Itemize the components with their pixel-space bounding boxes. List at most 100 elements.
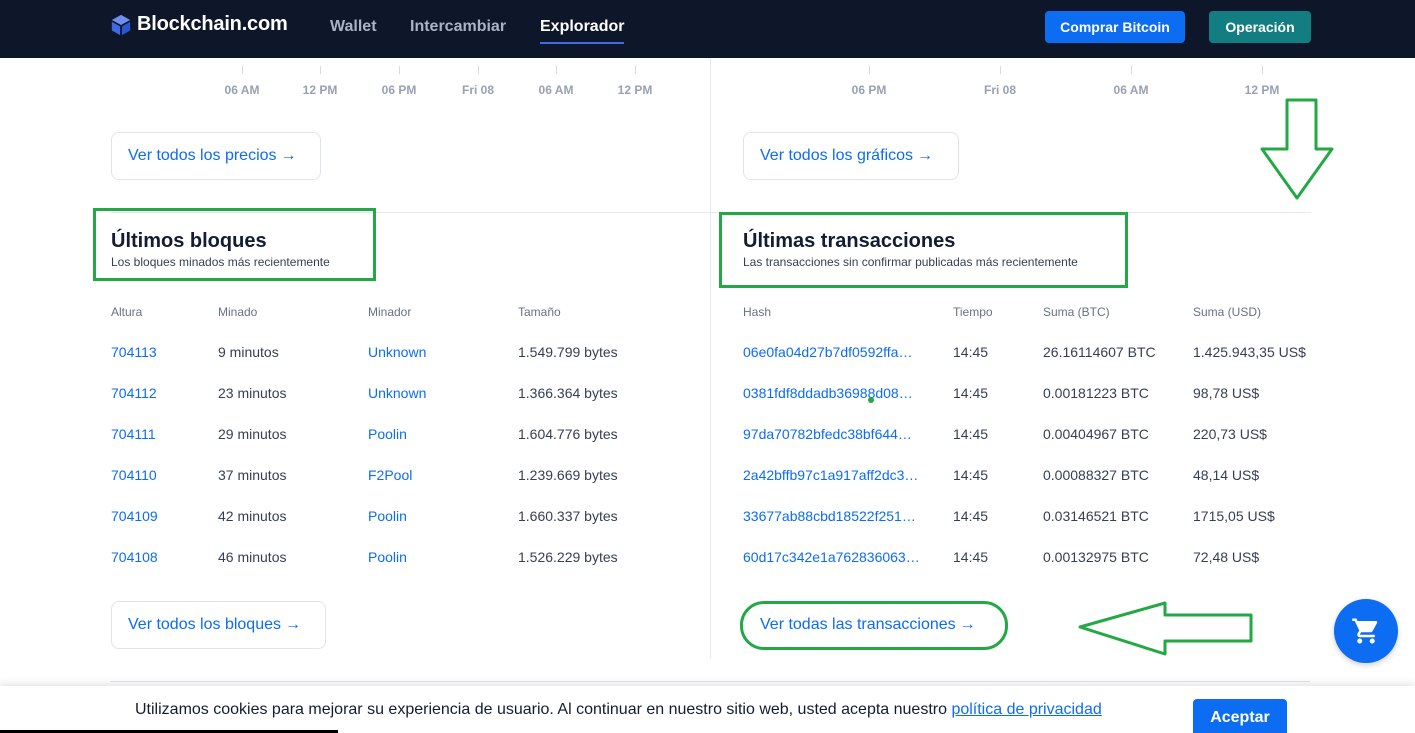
block-height-link[interactable]: 704109 <box>111 508 158 524</box>
button-label: Ver todos los precios <box>128 147 277 164</box>
tx-hash-link[interactable]: 06e0fa04d27b7df0592ffa… <box>743 344 912 360</box>
tx-amount-btc: 0.00181223 BTC <box>1043 385 1149 401</box>
tx-hash-link[interactable]: 0381fdf8ddadb36988d08… <box>743 385 913 401</box>
axis-tick-label: 12 PM <box>1244 83 1280 97</box>
block-miner-link[interactable]: Unknown <box>368 385 426 401</box>
tx-time: 14:45 <box>953 426 989 442</box>
axis-tick <box>1131 66 1132 74</box>
block-miner-link[interactable]: Unknown <box>368 344 426 360</box>
tx-amount-usd: 72,48 US$ <box>1193 549 1260 565</box>
axis-tick <box>1000 66 1001 74</box>
block-mined: 9 minutos <box>218 344 279 360</box>
block-height-link[interactable]: 704108 <box>111 549 158 565</box>
view-all-blocks-button[interactable]: Ver todos los bloques → <box>111 601 326 649</box>
nav-intercambiar[interactable]: Intercambiar <box>410 18 506 36</box>
button-label: Ver todos los bloques <box>128 616 281 633</box>
accept-cookies-button[interactable]: Aceptar <box>1193 699 1287 733</box>
tx-time: 14:45 <box>953 467 989 483</box>
block-height-link[interactable]: 704113 <box>111 344 157 360</box>
buy-bitcoin-button[interactable]: Comprar Bitcoin <box>1045 11 1185 43</box>
block-mined: 23 minutos <box>218 385 287 401</box>
axis-tick-label: 12 PM <box>617 83 653 97</box>
column-header: Tiempo <box>953 305 993 319</box>
block-size: 1.366.364 bytes <box>518 385 618 401</box>
block-mined: 29 minutos <box>218 426 287 442</box>
annotation-arrow-down <box>1260 98 1334 200</box>
column-header: Altura <box>111 305 143 319</box>
tx-amount-btc: 0.03146521 BTC <box>1043 508 1149 524</box>
top-navbar: Blockchain.com Wallet Intercambiar Explo… <box>0 0 1415 58</box>
tx-amount-usd: 220,73 US$ <box>1193 426 1267 442</box>
axis-tick-label: Fri 08 <box>461 83 495 97</box>
view-all-charts-button[interactable]: Ver todos los gráficos → <box>743 132 959 180</box>
block-height-link[interactable]: 704111 <box>111 426 156 442</box>
block-size: 1.549.799 bytes <box>518 344 618 360</box>
axis-tick <box>399 66 400 74</box>
tx-hash-link[interactable]: 2a42bffb97c1a917aff2dc3… <box>743 467 918 483</box>
annotation-box <box>93 208 376 281</box>
tx-time: 14:45 <box>953 508 989 524</box>
block-mined: 37 minutos <box>218 467 287 483</box>
tx-hash-link[interactable]: 60d17c342e1a762836063… <box>743 549 920 565</box>
block-size: 1.526.229 bytes <box>518 549 618 565</box>
block-mined: 46 minutos <box>218 549 287 565</box>
arrow-right-icon: → <box>916 147 933 164</box>
tx-time: 14:45 <box>953 344 989 360</box>
cart-button[interactable] <box>1334 599 1398 663</box>
axis-tick <box>869 66 870 74</box>
tx-hash-link[interactable]: 33677ab88cbd18522f251… <box>743 508 916 524</box>
annotation-ellipse <box>740 601 1008 650</box>
block-size: 1.604.776 bytes <box>518 426 618 442</box>
trade-button[interactable]: Operación <box>1209 11 1311 43</box>
column-header: Minador <box>368 305 412 319</box>
annotation-arrow-left <box>1078 601 1253 656</box>
nav-explorador[interactable]: Explorador <box>540 18 624 36</box>
tx-amount-btc: 26.16114607 BTC <box>1043 344 1156 360</box>
column-header: Hash <box>743 305 772 319</box>
tx-amount-usd: 1.425.943,35 US$ <box>1193 344 1306 360</box>
block-size: 1.239.669 bytes <box>518 467 618 483</box>
axis-tick <box>320 66 321 74</box>
axis-tick-label: 06 PM <box>851 83 887 97</box>
tx-hash-link[interactable]: 97da70782bfedc38bf644… <box>743 426 912 442</box>
axis-tick <box>478 66 479 74</box>
column-header: Minado <box>218 305 258 319</box>
axis-tick <box>635 66 636 74</box>
block-height-link[interactable]: 704112 <box>111 385 157 401</box>
block-miner-link[interactable]: Poolin <box>368 426 407 442</box>
annotation-box <box>719 212 1128 288</box>
axis-tick-label: 06 PM <box>381 83 417 97</box>
cookie-text: Utilizamos cookies para mejorar su exper… <box>135 701 952 718</box>
view-all-prices-button[interactable]: Ver todos los precios → <box>111 132 321 180</box>
active-nav-indicator <box>540 42 624 44</box>
button-label: Ver todos los gráficos <box>760 147 913 164</box>
privacy-policy-link[interactable]: política de privacidad <box>951 701 1101 718</box>
logo-text: Blockchain.com <box>137 13 288 35</box>
block-miner-link[interactable]: F2Pool <box>368 467 412 483</box>
arrow-right-icon: → <box>280 147 297 164</box>
column-header: Suma (BTC) <box>1043 305 1110 319</box>
blockchain-logo-icon <box>111 14 131 35</box>
nav-wallet[interactable]: Wallet <box>330 18 377 36</box>
axis-tick <box>1262 66 1263 74</box>
tx-time: 14:45 <box>953 549 989 565</box>
axis-tick-label: 06 AM <box>224 83 260 97</box>
axis-tick-label: Fri 08 <box>983 83 1017 97</box>
arrow-right-icon: → <box>285 616 301 633</box>
axis-tick-label: 06 AM <box>1113 83 1149 97</box>
tx-amount-usd: 48,14 US$ <box>1193 467 1260 483</box>
block-size: 1.660.337 bytes <box>518 508 618 524</box>
axis-tick-label: 12 PM <box>302 83 338 97</box>
block-height-link[interactable]: 704110 <box>111 467 157 483</box>
tx-amount-usd: 98,78 US$ <box>1193 385 1260 401</box>
footer-divider <box>110 681 1310 682</box>
axis-tick-label: 06 AM <box>538 83 574 97</box>
logo[interactable]: Blockchain.com <box>110 13 288 36</box>
tx-time: 14:45 <box>953 385 989 401</box>
block-miner-link[interactable]: Poolin <box>368 549 407 565</box>
shopping-cart-icon <box>1352 618 1378 644</box>
tx-amount-btc: 0.00088327 BTC <box>1043 467 1149 483</box>
block-miner-link[interactable]: Poolin <box>368 508 407 524</box>
column-header: Suma (USD) <box>1193 305 1262 319</box>
cookie-banner: Utilizamos cookies para mejorar su exper… <box>0 686 1415 733</box>
